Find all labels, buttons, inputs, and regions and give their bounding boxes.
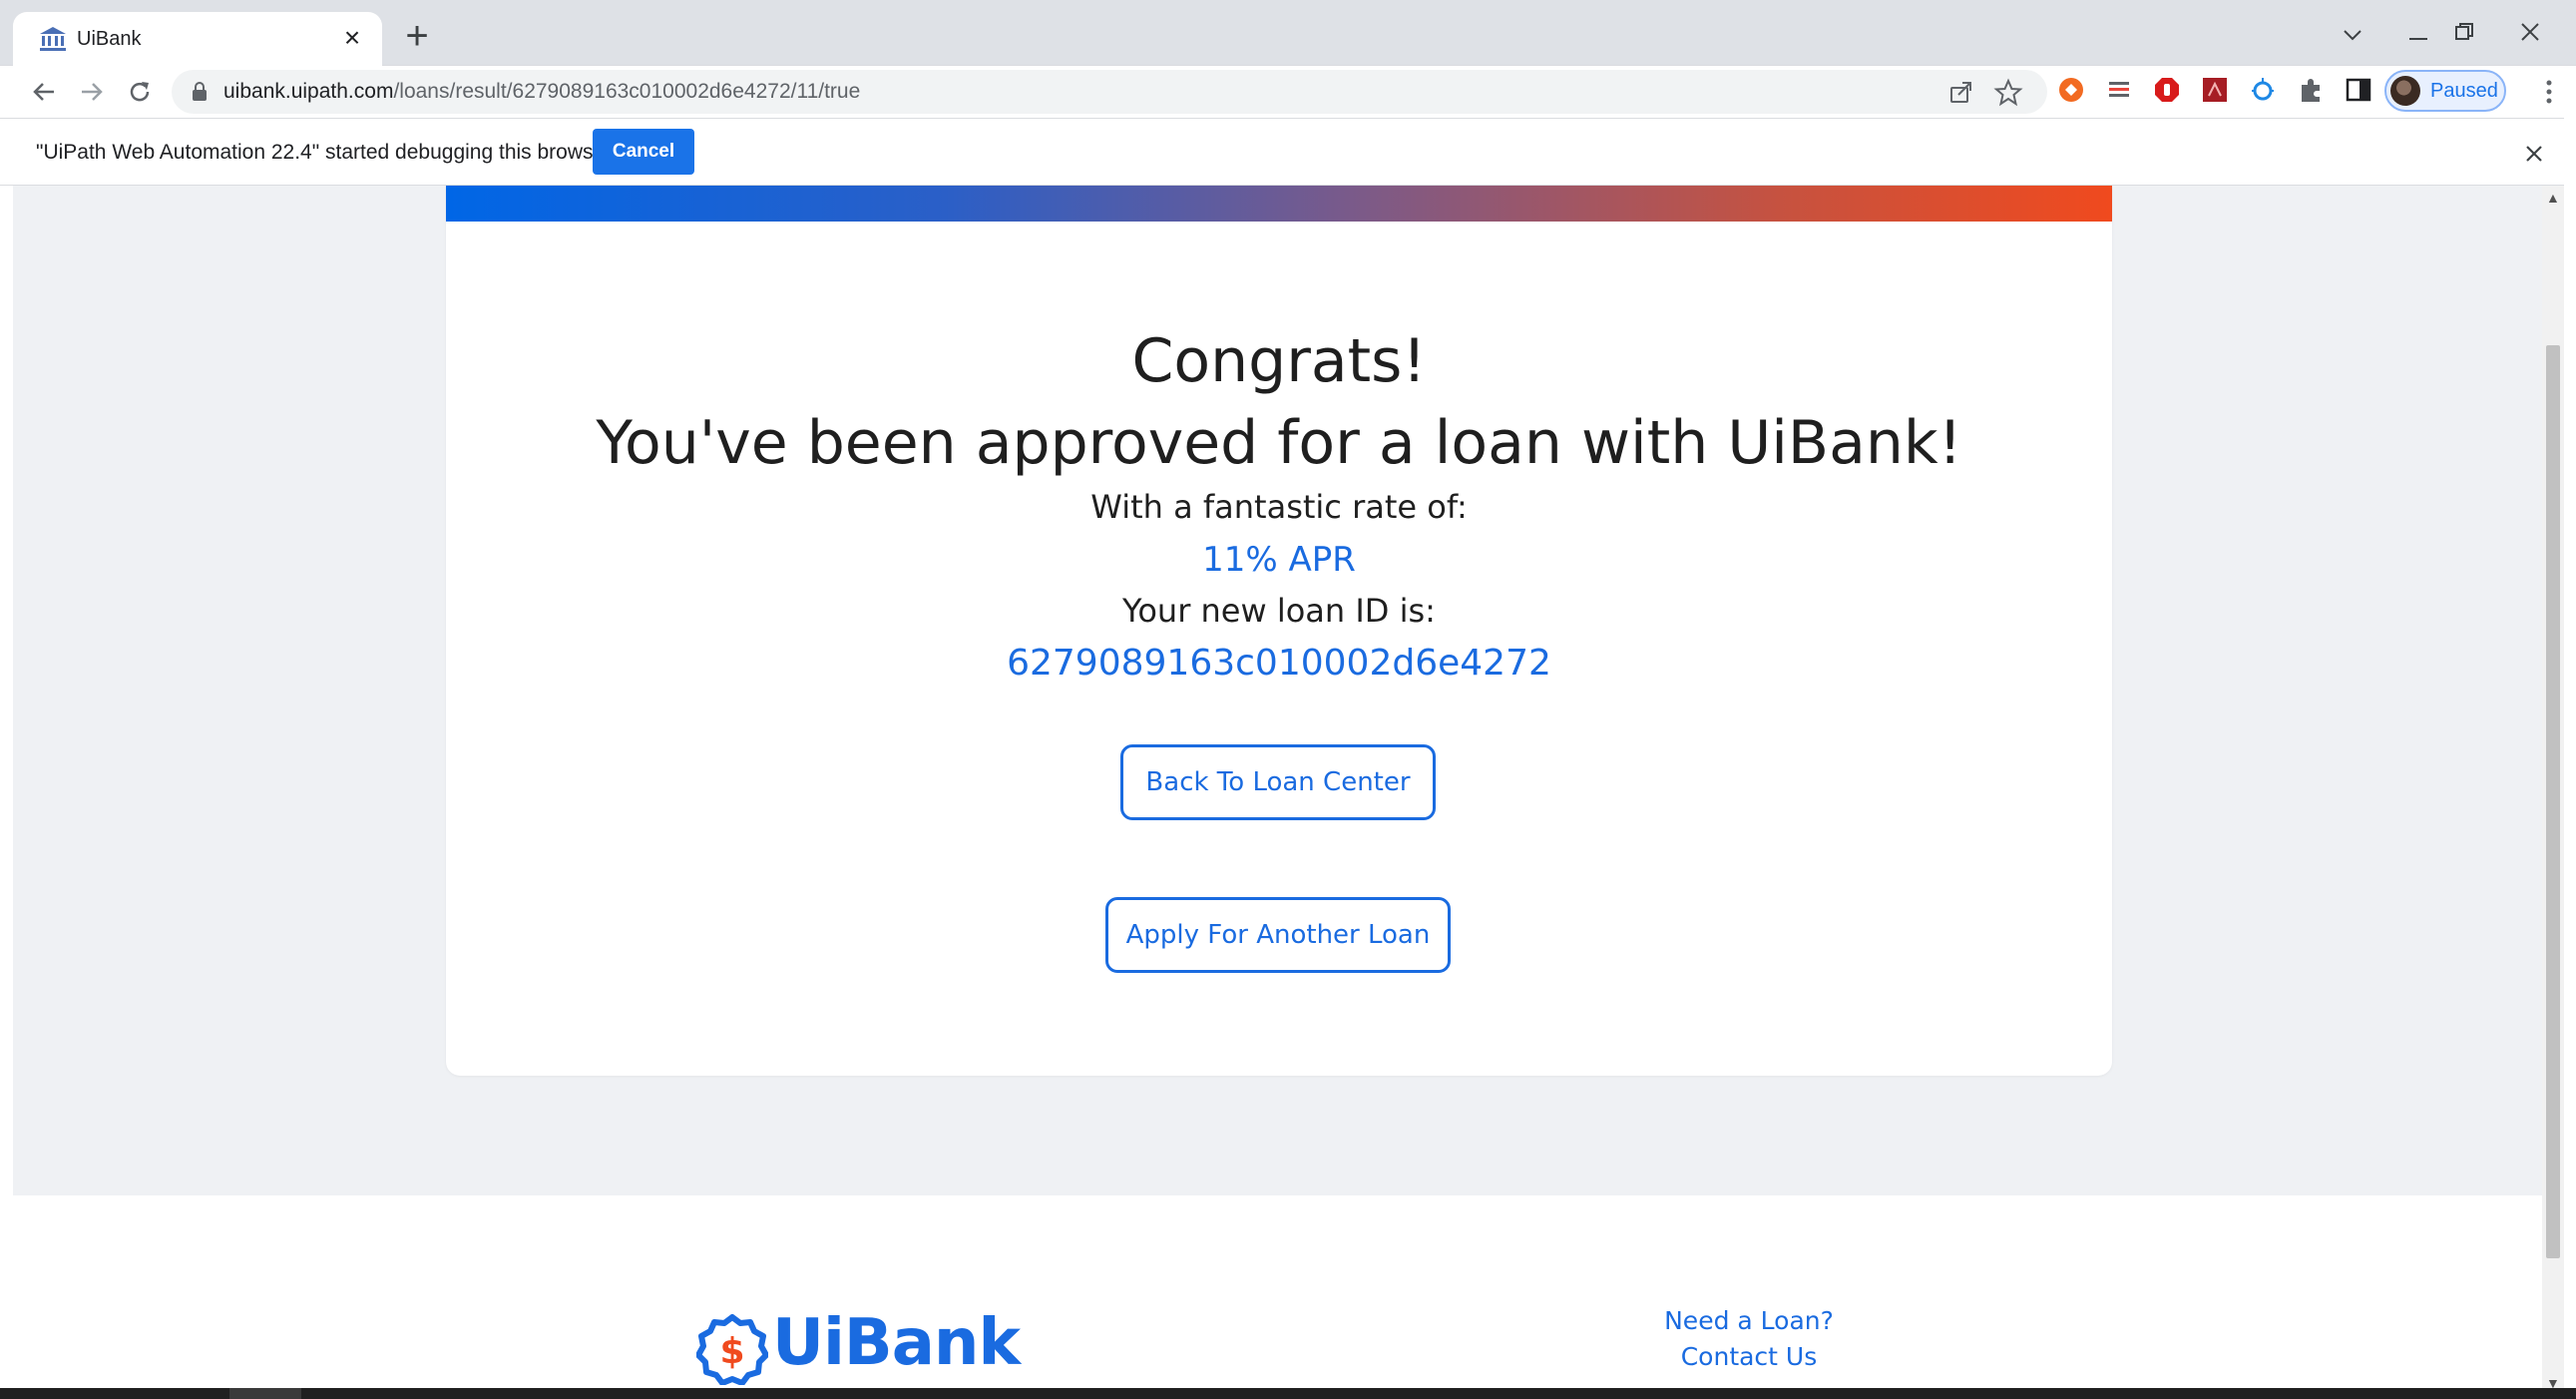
page-viewport: Congrats! You've been approved for a loa…: [13, 186, 2542, 1393]
restore-icon[interactable]: [2444, 14, 2484, 50]
side-panel-icon[interactable]: [2345, 76, 2372, 104]
infobar-message: "UiPath Web Automation 22.4" started deb…: [36, 141, 613, 164]
ext-red-square-icon[interactable]: [2201, 76, 2229, 104]
more-menu-icon[interactable]: [2534, 72, 2564, 112]
os-taskbar: [0, 1388, 2576, 1399]
footer-logo-text: UiBank: [772, 1306, 1021, 1380]
dollar-badge-icon: $: [696, 1314, 768, 1385]
lock-icon[interactable]: [192, 82, 208, 102]
reload-icon[interactable]: [120, 72, 160, 112]
profile-button[interactable]: Paused: [2384, 70, 2506, 112]
rate-value: 11% APR: [1202, 540, 1356, 580]
svg-text:$: $: [719, 1331, 744, 1372]
avatar: [2390, 76, 2420, 106]
chevron-down-icon[interactable]: [2333, 14, 2372, 50]
browser-window: UiBank × + uibank.uipath.com/loans/resul…: [0, 0, 2576, 1399]
close-window-icon[interactable]: [2510, 14, 2550, 50]
minimize-icon[interactable]: [2398, 14, 2438, 50]
ext-orange-icon[interactable]: [2057, 76, 2085, 104]
loan-id-label: Your new loan ID is:: [1122, 592, 1436, 630]
forward-arrow-icon[interactable]: [72, 72, 112, 112]
close-icon[interactable]: ×: [336, 22, 368, 54]
rate-label: With a fantastic rate of:: [1090, 488, 1468, 526]
back-to-loan-center-button[interactable]: Back To Loan Center: [1120, 744, 1436, 820]
cancel-button[interactable]: Cancel: [593, 129, 694, 175]
congrats-heading: Congrats!: [1131, 326, 1427, 396]
bank-icon: [40, 27, 66, 51]
debugging-infobar: "UiPath Web Automation 22.4" started deb…: [0, 118, 2576, 186]
url-host: uibank.uipath.com: [223, 80, 394, 103]
url-path: /loans/result/6279089163c010002d6e4272/1…: [393, 80, 861, 103]
back-arrow-icon[interactable]: [24, 72, 64, 112]
card-gradient-bar: [446, 186, 2112, 222]
approval-heading: You've been approved for a loan with UiB…: [596, 408, 1962, 478]
profile-status: Paused: [2430, 80, 2498, 102]
loan-id-value: 6279089163c010002d6e4272: [1007, 643, 1551, 684]
share-icon[interactable]: [1945, 78, 1975, 108]
window-edge: [2564, 66, 2576, 1399]
ext-blue-bug-icon[interactable]: [2249, 76, 2277, 104]
scroll-up-icon[interactable]: ▲: [2546, 190, 2560, 206]
footer-link-contact-us[interactable]: Contact Us: [1599, 1340, 1899, 1374]
taskbar-active-item[interactable]: [229, 1388, 301, 1399]
close-infobar-icon[interactable]: [2516, 135, 2552, 171]
tab-title: UiBank: [77, 28, 142, 50]
tab-strip: UiBank × +: [0, 0, 2576, 66]
footer-link-need-loan[interactable]: Need a Loan?: [1599, 1304, 1899, 1338]
apply-for-another-loan-button[interactable]: Apply For Another Loan: [1105, 897, 1451, 973]
address-bar[interactable]: uibank.uipath.com/loans/result/627908916…: [172, 70, 2047, 114]
ext-red-shield-icon[interactable]: [2153, 76, 2181, 104]
url-text: uibank.uipath.com/loans/result/627908916…: [223, 79, 860, 105]
tab-uibank[interactable]: UiBank ×: [13, 12, 382, 66]
browser-toolbar: uibank.uipath.com/loans/result/627908916…: [0, 66, 2576, 118]
page-scrollbar[interactable]: ▲ ▼: [2542, 186, 2564, 1393]
footer-logo[interactable]: $ UiBank: [696, 1306, 1021, 1387]
plus-icon[interactable]: +: [399, 16, 435, 56]
scrollbar-thumb[interactable]: [2546, 345, 2560, 1258]
ext-list-icon[interactable]: [2105, 76, 2133, 104]
star-icon[interactable]: [1993, 78, 2023, 108]
puzzle-icon[interactable]: [2297, 76, 2325, 104]
